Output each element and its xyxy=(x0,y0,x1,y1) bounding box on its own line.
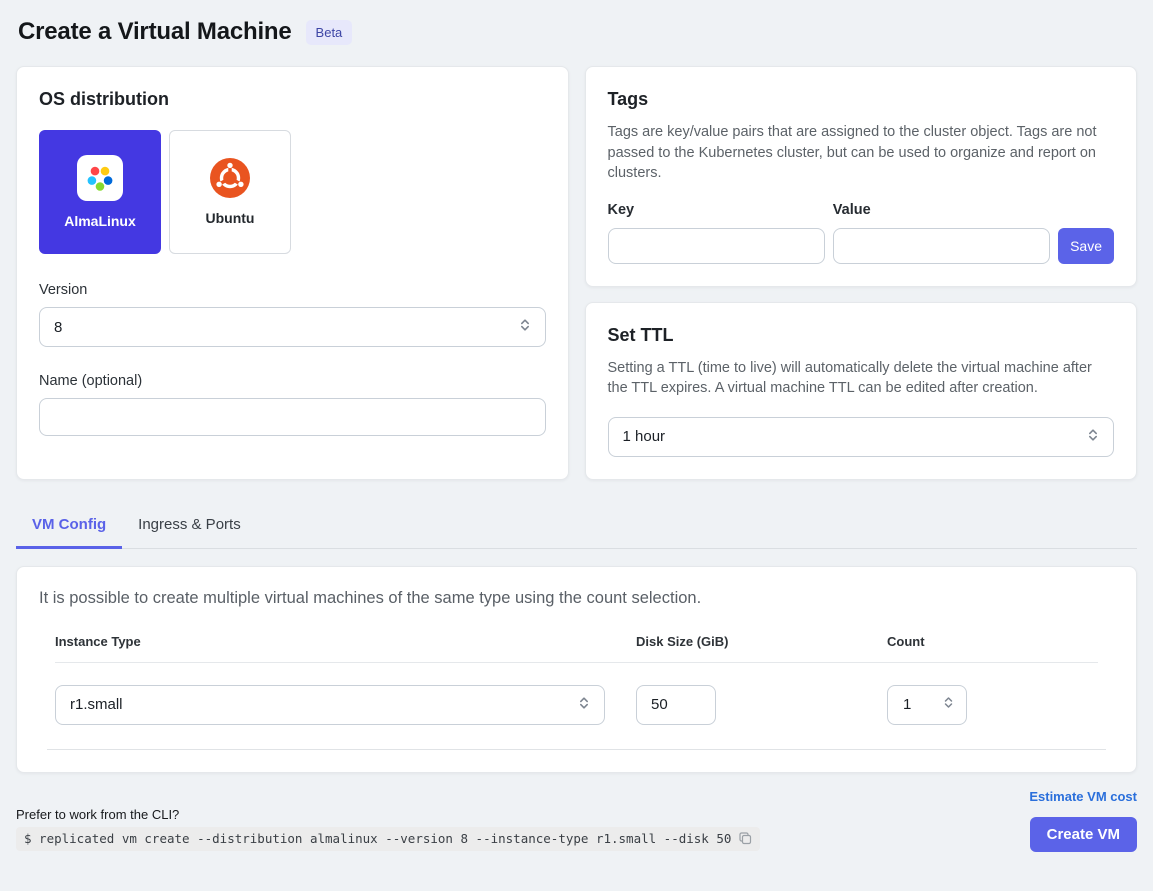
estimate-vm-cost-link[interactable]: Estimate VM cost xyxy=(1029,789,1137,804)
os-card-title: OS distribution xyxy=(39,89,546,110)
ubuntu-icon xyxy=(210,158,250,198)
table-header-row: Instance Type Disk Size (GiB) Count xyxy=(55,634,1098,663)
tags-card-title: Tags xyxy=(608,89,1115,110)
ttl-select[interactable]: 1 hour xyxy=(608,417,1115,457)
cli-prompt-text: Prefer to work from the CLI? xyxy=(16,807,760,822)
cli-section: Prefer to work from the CLI? $ replicate… xyxy=(16,807,760,852)
actions-section: Estimate VM cost Create VM xyxy=(1029,783,1137,852)
distribution-tiles: AlmaLinux xyxy=(39,130,546,254)
vm-config-intro: It is possible to create multiple virtua… xyxy=(39,589,1114,608)
distribution-tile-almalinux[interactable]: AlmaLinux xyxy=(39,130,161,254)
create-vm-page: Create a Virtual Machine Beta OS distrib… xyxy=(0,0,1153,891)
create-vm-button[interactable]: Create VM xyxy=(1030,817,1137,852)
table-row: r1.small 1 xyxy=(55,663,1098,749)
vm-config-table: Instance Type Disk Size (GiB) Count r1.s… xyxy=(39,634,1114,750)
column-header-count: Count xyxy=(887,634,1098,649)
tab-ingress-ports[interactable]: Ingress & Ports xyxy=(122,504,257,548)
row-divider xyxy=(47,749,1106,750)
cli-command-block: $ replicated vm create --distribution al… xyxy=(16,827,760,851)
cli-command-text: $ replicated vm create --distribution al… xyxy=(24,831,731,846)
tile-label-almalinux: AlmaLinux xyxy=(64,213,136,229)
version-value: 8 xyxy=(54,319,62,336)
key-input[interactable] xyxy=(608,228,825,264)
ttl-description: Setting a TTL (time to live) will automa… xyxy=(608,358,1115,399)
version-label: Version xyxy=(39,282,546,298)
tags-description: Tags are key/value pairs that are assign… xyxy=(608,122,1115,184)
distribution-tile-ubuntu[interactable]: Ubuntu xyxy=(169,130,291,254)
beta-badge: Beta xyxy=(306,20,353,45)
top-grid: OS distribution AlmaLinux xyxy=(16,66,1137,480)
count-value: 1 xyxy=(903,696,911,713)
instance-type-value: r1.small xyxy=(70,696,123,713)
almalinux-icon xyxy=(77,155,123,201)
chevron-up-down-icon xyxy=(941,695,956,714)
value-field-group: Value xyxy=(833,202,1050,264)
disk-size-input[interactable] xyxy=(636,685,716,725)
ttl-value: 1 hour xyxy=(623,428,666,445)
right-column: Tags Tags are key/value pairs that are a… xyxy=(585,66,1138,480)
chevron-up-down-icon xyxy=(1085,427,1101,447)
os-distribution-card: OS distribution AlmaLinux xyxy=(16,66,569,480)
key-field-group: Key xyxy=(608,202,825,264)
instance-type-select[interactable]: r1.small xyxy=(55,685,605,725)
name-label: Name (optional) xyxy=(39,373,546,389)
tags-card: Tags Tags are key/value pairs that are a… xyxy=(585,66,1138,287)
tab-vm-config[interactable]: VM Config xyxy=(16,504,122,549)
chevron-up-down-icon xyxy=(576,695,592,715)
tab-bar: VM Config Ingress & Ports xyxy=(16,504,1137,549)
version-select[interactable]: 8 xyxy=(39,307,546,347)
copy-icon[interactable] xyxy=(738,831,752,845)
count-stepper[interactable]: 1 xyxy=(887,685,967,725)
column-header-instance-type: Instance Type xyxy=(55,634,636,649)
name-input[interactable] xyxy=(39,398,546,436)
value-input[interactable] xyxy=(833,228,1050,264)
page-title: Create a Virtual Machine xyxy=(18,18,292,46)
footer: Prefer to work from the CLI? $ replicate… xyxy=(16,783,1137,852)
column-header-disk-size: Disk Size (GiB) xyxy=(636,634,887,649)
tile-label-ubuntu: Ubuntu xyxy=(206,210,255,226)
chevron-up-down-icon xyxy=(517,317,533,337)
key-label: Key xyxy=(608,202,825,218)
tag-inputs-row: Key Value Save xyxy=(608,202,1115,264)
page-header: Create a Virtual Machine Beta xyxy=(16,18,1137,46)
value-label: Value xyxy=(833,202,1050,218)
ttl-card-title: Set TTL xyxy=(608,325,1115,346)
save-tag-button[interactable]: Save xyxy=(1058,228,1114,264)
vm-config-card: It is possible to create multiple virtua… xyxy=(16,566,1137,773)
ttl-card: Set TTL Setting a TTL (time to live) wil… xyxy=(585,302,1138,480)
